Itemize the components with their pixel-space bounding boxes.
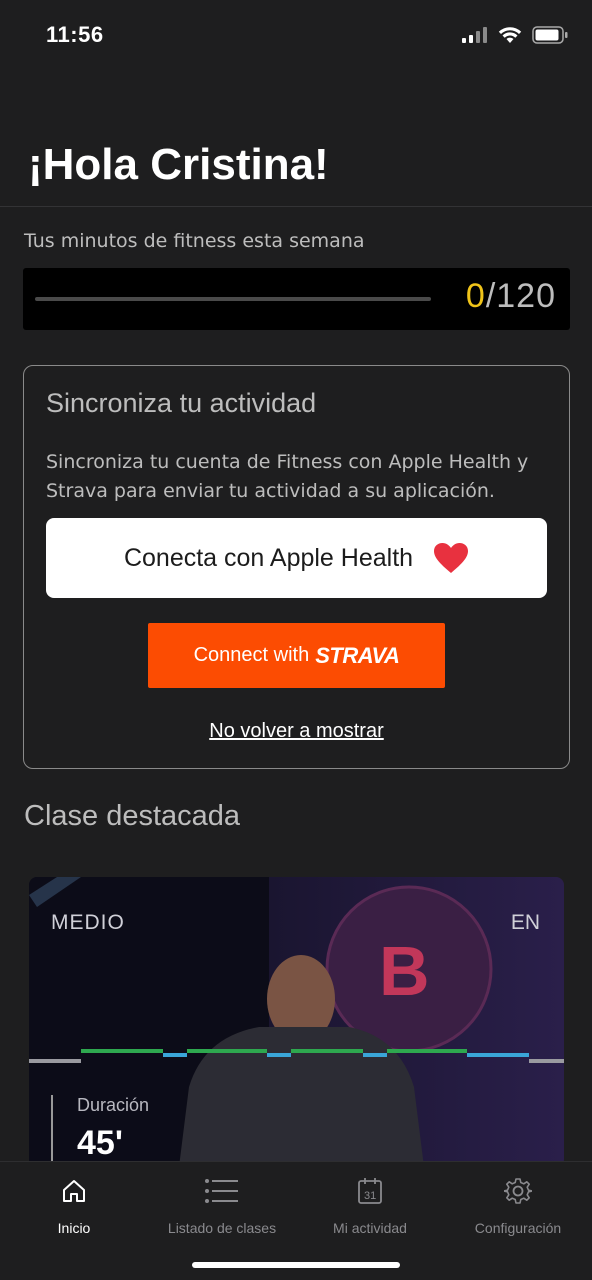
featured-section-title: Clase destacada (24, 800, 241, 832)
signal-icon (462, 27, 487, 43)
sync-activity-card: Sincroniza tu actividad Sincroniza tu cu… (23, 365, 570, 769)
battery-icon (532, 26, 568, 44)
svg-text:31: 31 (364, 1190, 376, 1202)
status-bar: 11:56 (0, 0, 592, 70)
header-divider (0, 206, 592, 207)
strava-connect-text: Connect with (193, 644, 310, 666)
fitness-minutes-label: Tus minutos de fitness esta semana (24, 230, 365, 252)
wifi-icon (498, 27, 522, 43)
calendar-icon: 31 (358, 1178, 382, 1204)
status-icons (462, 26, 568, 44)
duration-value: 45' (77, 1124, 123, 1162)
progress-track (35, 297, 431, 301)
duration-label: Duración (77, 1095, 150, 1115)
fitness-progress: 0/120 (23, 268, 570, 330)
featured-class-card[interactable]: B MEDIO EN Duración 45' (29, 877, 564, 1167)
home-icon (63, 1180, 85, 1202)
tab-listado-de-clases[interactable]: Listado de clases (148, 1174, 296, 1236)
dismiss-link[interactable]: No volver a mostrar (24, 720, 569, 743)
level-badge: MEDIO (51, 911, 125, 934)
connect-apple-health-button[interactable]: Conecta con Apple Health (46, 518, 547, 598)
progress-goal: 120 (496, 277, 556, 315)
tab-configuracion[interactable]: Configuración (444, 1174, 592, 1236)
sync-card-title: Sincroniza tu actividad (46, 388, 317, 418)
progress-current: 0 (465, 277, 486, 315)
progress-value: 0/120 (466, 277, 556, 316)
gear-icon (504, 1178, 532, 1204)
language-badge: EN (510, 911, 540, 934)
connect-strava-button[interactable]: Connect with STRAVA (148, 623, 445, 688)
greeting-title: ¡Hola Cristina! (28, 140, 329, 189)
tab-inicio[interactable]: Inicio (0, 1174, 148, 1236)
sync-card-description: Sincroniza tu cuenta de Fitness con Appl… (46, 451, 529, 502)
tab-label-listado: Listado de clases (167, 1220, 277, 1236)
tab-label-configuracion: Configuración (474, 1220, 562, 1236)
svg-text:B: B (379, 932, 430, 1010)
strava-logo: STRAVA (315, 642, 400, 668)
tab-mi-actividad[interactable]: 31 Mi actividad (296, 1174, 444, 1236)
apple-health-button-label: Conecta con Apple Health (123, 543, 414, 572)
duration-info: Duración 45' (51, 1095, 149, 1167)
tab-label-inicio: Inicio (57, 1220, 91, 1236)
heart-icon (434, 543, 469, 573)
home-indicator[interactable] (192, 1262, 400, 1268)
list-icon (205, 1179, 238, 1203)
status-time: 11:56 (46, 22, 104, 47)
progress-separator: / (485, 277, 497, 315)
tab-label-actividad: Mi actividad (333, 1220, 407, 1236)
